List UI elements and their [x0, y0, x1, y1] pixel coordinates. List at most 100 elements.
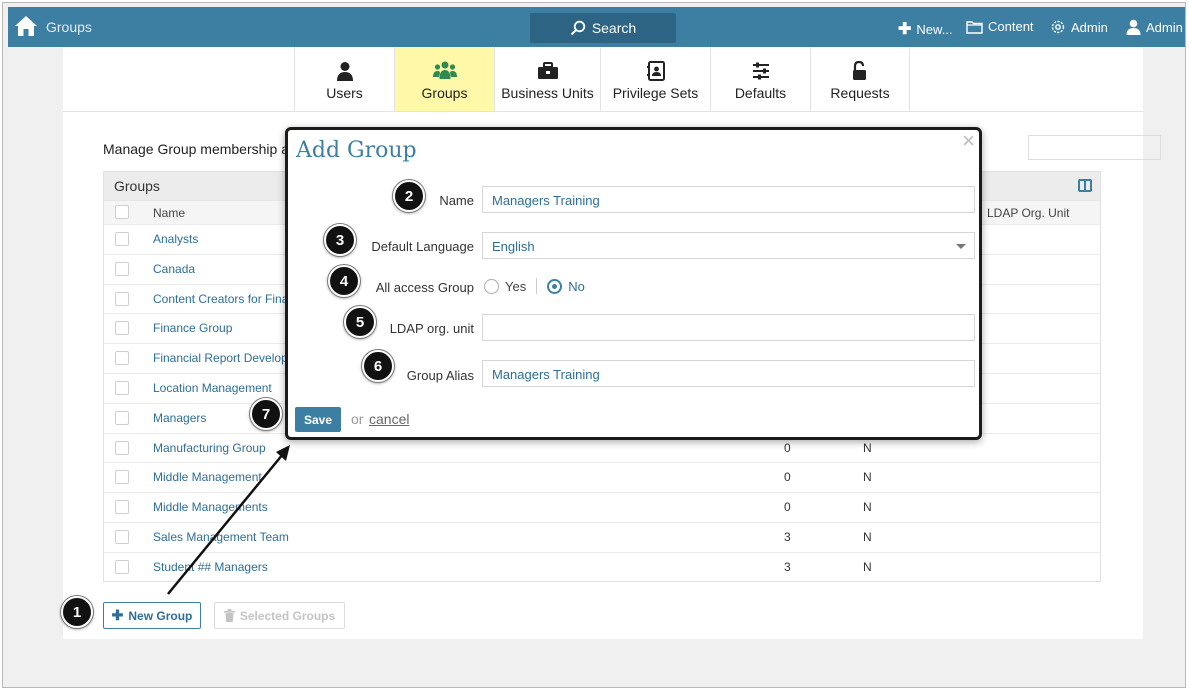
all-access-label: All access Group	[375, 280, 474, 295]
grid-title: Groups	[114, 178, 160, 194]
callout-badge: 6	[362, 350, 394, 382]
row-checkbox[interactable]	[115, 440, 129, 455]
user-icon	[1126, 19, 1141, 35]
plus-icon: ✚	[898, 21, 912, 38]
table-row[interactable]: Sales Management Team 3 N	[104, 521, 1100, 552]
ldap-field[interactable]	[482, 314, 975, 341]
table-row[interactable]: Middle Managements 0 N	[104, 492, 1100, 522]
all-access-flag: N	[863, 500, 872, 515]
column-header-name[interactable]: Name	[153, 206, 185, 220]
filter-input[interactable]	[1028, 135, 1161, 160]
cancel-link[interactable]: cancel	[369, 411, 409, 427]
callout-badge: 7	[250, 398, 282, 430]
group-name-link[interactable]: Finance Group	[153, 321, 232, 335]
row-checkbox[interactable]	[115, 529, 129, 544]
columns-icon[interactable]	[1078, 179, 1092, 192]
all-access-flag: N	[863, 440, 872, 455]
tab-requests[interactable]: Requests	[810, 47, 910, 111]
divider	[63, 111, 1143, 112]
new-label: New...	[916, 21, 953, 37]
group-name-link[interactable]: Student ## Managers	[153, 560, 268, 574]
tab-users[interactable]: Users	[294, 47, 394, 111]
divider	[536, 278, 538, 294]
intro-text: Manage Group membership a	[103, 141, 289, 157]
group-name-link[interactable]: Financial Report Develop	[153, 351, 288, 365]
new-menu[interactable]: ✚ New...	[898, 19, 953, 39]
name-label: Name	[439, 193, 474, 208]
name-field[interactable]: Managers Training	[482, 186, 975, 213]
delete-selected-groups-button[interactable]: Selected Groups	[214, 602, 345, 629]
no-radio[interactable]	[547, 278, 563, 294]
group-name-link[interactable]: Content Creators for Fina	[153, 292, 288, 306]
member-count: 3	[784, 559, 791, 574]
save-button[interactable]: Save	[295, 407, 341, 432]
dialog-title: Add Group	[296, 138, 417, 163]
user-label: Admin	[1146, 19, 1183, 35]
callout-badge: 4	[328, 265, 360, 297]
group-name-link[interactable]: Sales Management Team	[153, 530, 289, 544]
group-name-link[interactable]: Analysts	[153, 232, 198, 246]
new-group-button[interactable]: ✚ New Group	[103, 602, 201, 629]
row-checkbox[interactable]	[115, 500, 129, 515]
group-name-link[interactable]: Middle Management	[153, 470, 262, 484]
search-label: Search	[591, 20, 637, 36]
group-name-link[interactable]: Middle Managements	[153, 500, 268, 514]
admin-label: Admin	[1071, 19, 1108, 35]
member-count: 0	[784, 500, 791, 515]
column-header-ldap[interactable]: LDAP Org. Unit	[987, 206, 1069, 220]
row-checkbox[interactable]	[115, 351, 129, 366]
table-row[interactable]: Middle Management 0 N	[104, 462, 1100, 492]
callout-badge: 1	[61, 596, 93, 628]
tab-label: Defaults	[734, 85, 787, 101]
row-checkbox[interactable]	[115, 321, 129, 336]
groups-icon	[432, 61, 457, 79]
default-language-select[interactable]: English	[482, 232, 975, 259]
user-menu[interactable]: Admin	[1126, 19, 1183, 35]
tab-business-units[interactable]: Business Units	[494, 47, 600, 111]
callout-badge: 2	[393, 180, 425, 212]
or-text: or	[351, 411, 364, 427]
content-menu[interactable]: Content	[966, 19, 1034, 34]
close-icon[interactable]: ×	[962, 128, 975, 154]
tab-label: Privilege Sets	[612, 85, 699, 101]
group-alias-field[interactable]: Managers Training	[482, 360, 975, 387]
row-checkbox[interactable]	[115, 559, 129, 574]
tab-privilege-sets[interactable]: Privilege Sets	[600, 47, 710, 111]
group-name-link[interactable]: Canada	[153, 262, 195, 276]
home-icon[interactable]	[14, 15, 38, 37]
member-count: 0	[784, 470, 791, 485]
tab-label: Requests	[830, 85, 890, 101]
yes-label[interactable]: Yes	[505, 279, 526, 294]
tab-defaults[interactable]: Defaults	[710, 47, 810, 111]
no-label[interactable]: No	[568, 279, 585, 294]
default-language-value: English	[492, 239, 535, 254]
select-all-checkbox[interactable]	[115, 205, 129, 219]
all-access-radio-group: Yes No	[484, 278, 585, 294]
member-count: 0	[784, 440, 791, 455]
row-checkbox[interactable]	[115, 232, 129, 246]
row-checkbox[interactable]	[115, 291, 129, 306]
yes-radio[interactable]	[484, 278, 499, 294]
table-row[interactable]: Student ## Managers 3 N	[104, 551, 1100, 582]
row-checkbox[interactable]	[115, 380, 129, 395]
top-bar: Groups Search ✚ New... Content Admin Adm…	[8, 7, 1185, 47]
content-label: Content	[988, 19, 1034, 34]
gear-icon	[1051, 20, 1065, 34]
sliders-icon	[752, 62, 769, 80]
group-name-link[interactable]: Manufacturing Group	[153, 441, 266, 455]
search-button[interactable]: Search	[530, 13, 676, 43]
row-checkbox[interactable]	[115, 261, 129, 276]
row-checkbox[interactable]	[115, 470, 129, 485]
tab-label: Users	[326, 85, 363, 101]
member-count: 3	[784, 529, 791, 544]
callout-badge: 3	[324, 224, 356, 256]
tab-groups[interactable]: Groups	[394, 47, 494, 111]
all-access-flag: N	[863, 529, 872, 544]
ldap-label: LDAP org. unit	[389, 321, 474, 336]
folder-icon	[966, 20, 983, 34]
row-checkbox[interactable]	[115, 410, 129, 425]
admin-menu[interactable]: Admin	[1050, 19, 1108, 35]
group-name-link[interactable]: Managers	[153, 411, 206, 425]
group-name-link[interactable]: Location Management	[153, 381, 272, 395]
briefcase-icon	[537, 62, 558, 79]
